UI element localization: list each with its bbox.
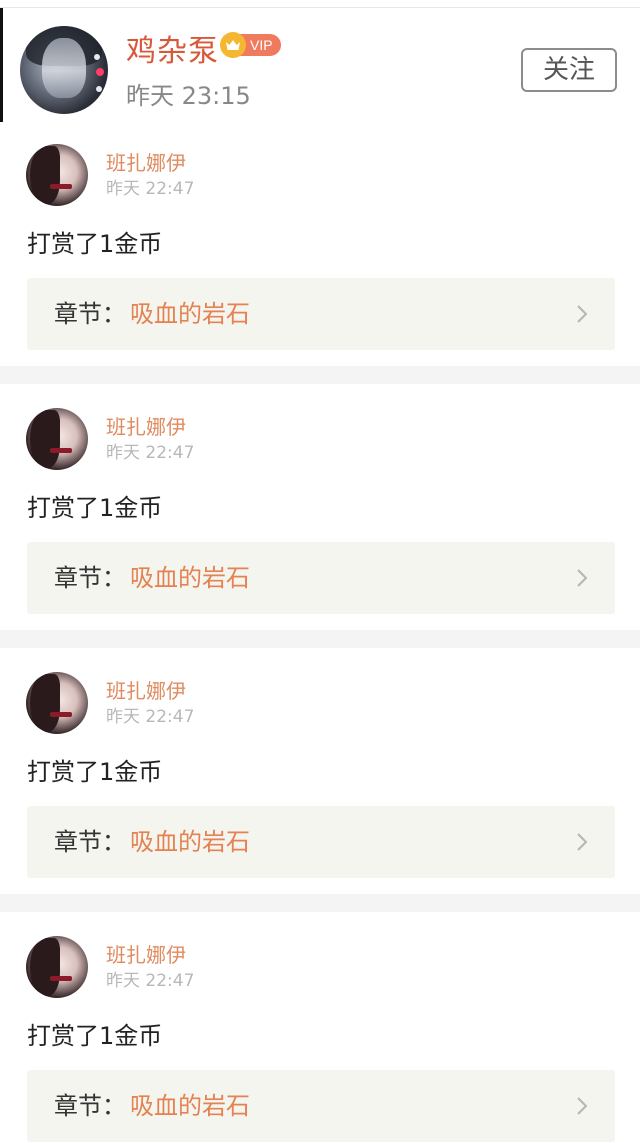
username[interactable]: 班扎娜伊 xyxy=(106,942,186,968)
reward-message: 打赏了1金币 xyxy=(27,758,163,786)
chevron-right-icon xyxy=(577,1097,588,1115)
notification-page: 鸡杂泵 VIP 昨天 23:15 关注 班扎娜伊 昨天 22:47 打赏了1金币… xyxy=(0,0,640,1143)
follow-button[interactable]: 关注 xyxy=(521,48,617,92)
reward-time: 昨天 22:47 xyxy=(106,443,195,463)
reward-time: 昨天 22:47 xyxy=(106,971,195,991)
username[interactable]: 班扎娜伊 xyxy=(106,150,186,176)
card-separator xyxy=(0,366,640,384)
reward-card: 班扎娜伊 昨天 22:47 打赏了1金币 章节： 吸血的岩石 xyxy=(0,672,640,894)
chevron-right-icon xyxy=(577,833,588,851)
reward-time: 昨天 22:47 xyxy=(106,707,195,727)
card-separator xyxy=(0,894,640,912)
reward-time: 昨天 22:47 xyxy=(106,179,195,199)
post-time: 昨天 23:15 xyxy=(126,82,251,110)
chapter-label: 章节： xyxy=(54,1092,126,1120)
chapter-title: 吸血的岩石 xyxy=(130,564,250,592)
chapter-label: 章节： xyxy=(54,300,126,328)
chapter-link[interactable]: 章节： 吸血的岩石 xyxy=(27,1070,615,1142)
chapter-link[interactable]: 章节： 吸血的岩石 xyxy=(27,278,615,350)
user-avatar[interactable] xyxy=(26,144,88,206)
author-name[interactable]: 鸡杂泵 xyxy=(126,34,219,70)
chapter-link[interactable]: 章节： 吸血的岩石 xyxy=(27,542,615,614)
reward-message: 打赏了1金币 xyxy=(27,1022,163,1050)
reward-message: 打赏了1金币 xyxy=(27,494,163,522)
username[interactable]: 班扎娜伊 xyxy=(106,678,186,704)
author-avatar[interactable] xyxy=(20,26,108,114)
chapter-label: 章节： xyxy=(54,828,126,856)
reward-message: 打赏了1金币 xyxy=(27,230,163,258)
user-avatar[interactable] xyxy=(26,936,88,998)
chapter-title: 吸血的岩石 xyxy=(130,828,250,856)
chevron-right-icon xyxy=(577,569,588,587)
chevron-right-icon xyxy=(577,305,588,323)
user-avatar[interactable] xyxy=(26,408,88,470)
user-avatar[interactable] xyxy=(26,672,88,734)
card-separator xyxy=(0,630,640,648)
vip-badge: VIP xyxy=(220,32,281,58)
reward-card: 班扎娜伊 昨天 22:47 打赏了1金币 章节： 吸血的岩石 xyxy=(0,144,640,366)
username[interactable]: 班扎娜伊 xyxy=(106,414,186,440)
reward-card: 班扎娜伊 昨天 22:47 打赏了1金币 章节： 吸血的岩石 xyxy=(0,936,640,1143)
reward-card: 班扎娜伊 昨天 22:47 打赏了1金币 章节： 吸血的岩石 xyxy=(0,408,640,630)
post-header: 鸡杂泵 VIP 昨天 23:15 关注 xyxy=(0,8,640,138)
crown-icon xyxy=(220,32,246,58)
chapter-label: 章节： xyxy=(54,564,126,592)
chapter-title: 吸血的岩石 xyxy=(130,300,250,328)
chapter-title: 吸血的岩石 xyxy=(130,1092,250,1120)
chapter-link[interactable]: 章节： 吸血的岩石 xyxy=(27,806,615,878)
